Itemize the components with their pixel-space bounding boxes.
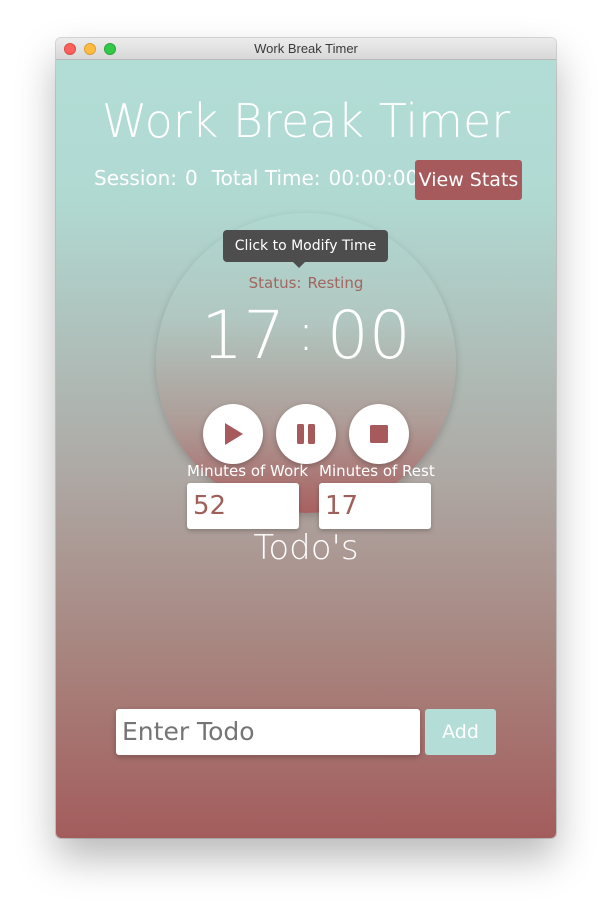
time-display[interactable]: 17:00 <box>56 297 556 374</box>
timer-separator: : <box>297 303 315 363</box>
todos-heading: Todo's <box>253 528 359 568</box>
add-todo-button[interactable]: Add <box>425 709 496 755</box>
title-bar[interactable]: Work Break Timer <box>56 38 556 60</box>
pause-button[interactable] <box>276 404 336 464</box>
rest-minutes-label: Minutes of Rest <box>319 462 435 480</box>
pause-icon <box>297 424 315 444</box>
app-content: Work Break Timer Session: 0 Total Time: 00:… <box>56 60 556 838</box>
stop-button[interactable] <box>349 404 409 464</box>
total-time-label: Total Time: <box>211 166 321 190</box>
app-window: Work Break Timer Work Break Timer Sessio… <box>56 38 556 838</box>
status-indicator: Status: Resting <box>56 274 556 292</box>
timer-minutes: 17 <box>201 297 286 374</box>
rest-minutes-input[interactable] <box>319 483 431 529</box>
session-label: Session: <box>94 166 178 190</box>
play-button[interactable] <box>203 404 263 464</box>
session-count: 0 <box>185 166 198 190</box>
app-title: Work Break Timer <box>101 94 511 148</box>
status-label: Status: <box>248 274 302 292</box>
timer-seconds: 00 <box>326 297 411 374</box>
view-stats-button[interactable]: View Stats <box>415 160 522 200</box>
todo-input[interactable] <box>116 709 420 755</box>
stop-icon <box>370 425 388 443</box>
work-minutes-input[interactable] <box>187 483 299 529</box>
work-minutes-label: Minutes of Work <box>187 462 309 480</box>
window-title: Work Break Timer <box>254 41 358 56</box>
session-stats: Session: 0 Total Time: 00:00:00 <box>94 166 426 190</box>
total-time-value: 00:00:00 <box>328 166 419 190</box>
modify-time-tooltip: Click to Modify Time <box>223 230 388 262</box>
session-summary: Session: 0 Total Time: 00:00:00 View Stats <box>56 160 556 200</box>
status-value: Resting <box>307 274 364 292</box>
play-icon <box>225 423 243 445</box>
tooltip-arrow <box>293 262 305 268</box>
